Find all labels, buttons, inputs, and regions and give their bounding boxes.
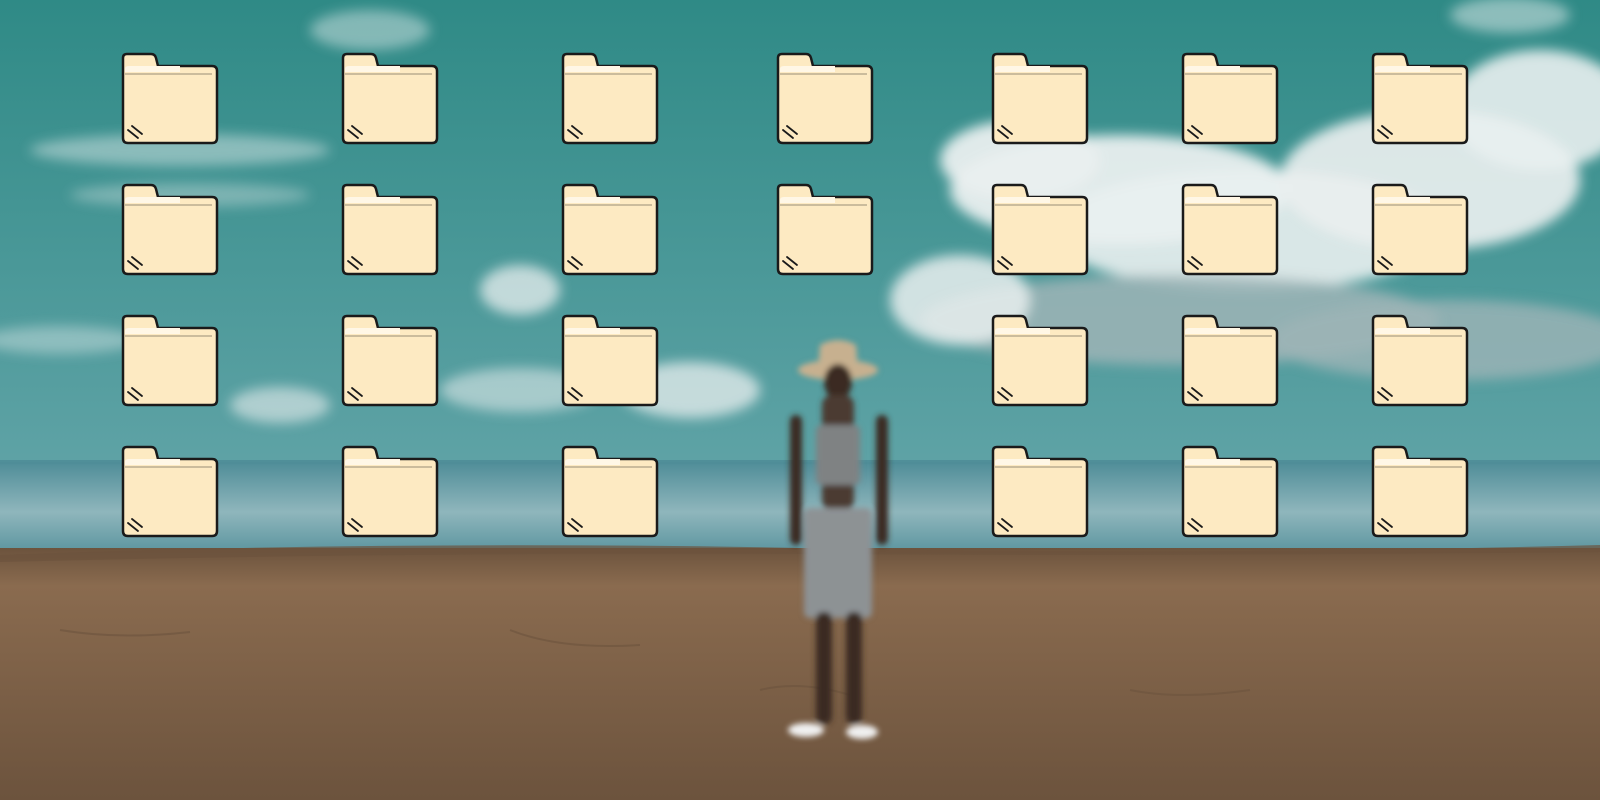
folder-icon: [1181, 52, 1279, 145]
folder-icon: [991, 183, 1089, 276]
desktop-folder-9[interactable]: [340, 183, 440, 279]
desktop-folder-15[interactable]: [120, 314, 220, 410]
folder-icon: [561, 314, 659, 407]
desktop-folder-7[interactable]: [1370, 52, 1470, 148]
folder-icon: [991, 445, 1089, 538]
desktop-folder-12[interactable]: [990, 183, 1090, 279]
folder-icon: [991, 314, 1089, 407]
folder-icon: [561, 445, 659, 538]
desktop-folder-23[interactable]: [560, 445, 660, 541]
folder-icon: [1371, 183, 1469, 276]
desktop-folder-19[interactable]: [1180, 314, 1280, 410]
folder-icon: [1371, 445, 1469, 538]
folder-icon: [1181, 183, 1279, 276]
folder-icon: [341, 52, 439, 145]
desktop-folder-17[interactable]: [560, 314, 660, 410]
desktop-folder-22[interactable]: [340, 445, 440, 541]
desktop-folder-14[interactable]: [1370, 183, 1470, 279]
desktop-folder-5[interactable]: [990, 52, 1090, 148]
folder-icon: [776, 183, 874, 276]
desktop-folder-13[interactable]: [1180, 183, 1280, 279]
folder-icon: [1181, 445, 1279, 538]
desktop-folder-26[interactable]: [1370, 445, 1470, 541]
desktop-folder-18[interactable]: [990, 314, 1090, 410]
desktop-folder-24[interactable]: [990, 445, 1090, 541]
folder-icon: [561, 52, 659, 145]
folder-icon: [341, 445, 439, 538]
folder-icon: [341, 183, 439, 276]
desktop-folder-4[interactable]: [775, 52, 875, 148]
folder-icon: [561, 183, 659, 276]
desktop-icon-grid: [0, 0, 1600, 800]
folder-icon: [1181, 314, 1279, 407]
desktop-folder-11[interactable]: [775, 183, 875, 279]
folder-icon: [1371, 52, 1469, 145]
desktop-folder-6[interactable]: [1180, 52, 1280, 148]
desktop-folder-2[interactable]: [340, 52, 440, 148]
folder-icon: [991, 52, 1089, 145]
desktop-folder-21[interactable]: [120, 445, 220, 541]
desktop-folder-16[interactable]: [340, 314, 440, 410]
folder-icon: [341, 314, 439, 407]
desktop-folder-1[interactable]: [120, 52, 220, 148]
folder-icon: [121, 445, 219, 538]
desktop-folder-3[interactable]: [560, 52, 660, 148]
folder-icon: [1371, 314, 1469, 407]
folder-icon: [121, 314, 219, 407]
desktop[interactable]: [0, 0, 1600, 800]
folder-icon: [121, 183, 219, 276]
desktop-folder-25[interactable]: [1180, 445, 1280, 541]
desktop-folder-8[interactable]: [120, 183, 220, 279]
folder-icon: [776, 52, 874, 145]
desktop-folder-10[interactable]: [560, 183, 660, 279]
desktop-folder-20[interactable]: [1370, 314, 1470, 410]
folder-icon: [121, 52, 219, 145]
